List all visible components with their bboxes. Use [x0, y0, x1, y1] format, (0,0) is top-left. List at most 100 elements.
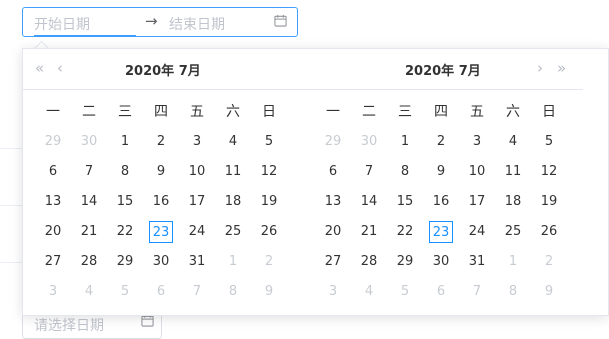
- calendar-day[interactable]: 20: [321, 221, 345, 243]
- calendar-day[interactable]: 3: [41, 281, 65, 303]
- calendar-day[interactable]: 16: [429, 191, 453, 213]
- calendar-day[interactable]: 28: [357, 251, 381, 273]
- calendar-day[interactable]: 22: [113, 221, 137, 243]
- calendar-day[interactable]: 8: [113, 161, 137, 183]
- calendar-day[interactable]: 6: [429, 281, 453, 303]
- calendar-day[interactable]: 15: [113, 191, 137, 213]
- calendar-day[interactable]: 22: [393, 221, 417, 243]
- calendar-day[interactable]: 3: [185, 131, 209, 153]
- calendar-day[interactable]: 1: [221, 251, 245, 273]
- calendar-day[interactable]: 19: [257, 191, 281, 213]
- calendar-day[interactable]: 3: [465, 131, 489, 153]
- calendar-day[interactable]: 21: [357, 221, 381, 243]
- calendar-day[interactable]: 11: [501, 161, 525, 183]
- calendar-day[interactable]: 3: [321, 281, 345, 303]
- calendar-day[interactable]: 6: [149, 281, 173, 303]
- calendar-day[interactable]: 30: [77, 131, 101, 153]
- calendar-day[interactable]: 5: [113, 281, 137, 303]
- calendar-day[interactable]: 12: [257, 161, 281, 183]
- weekday-label: 三: [118, 104, 132, 120]
- calendar-day[interactable]: 8: [221, 281, 245, 303]
- calendar-header: 2020年 7月 › »: [303, 49, 583, 90]
- double-chevron-right-icon[interactable]: »: [557, 60, 566, 76]
- calendar-day[interactable]: 31: [465, 251, 489, 273]
- calendar-day[interactable]: 2: [537, 251, 561, 273]
- calendar-day[interactable]: 4: [357, 281, 381, 303]
- calendar-day[interactable]: 9: [429, 161, 453, 183]
- weekday-label: 二: [362, 104, 376, 120]
- calendar-day[interactable]: 16: [149, 191, 173, 213]
- calendar-day-today[interactable]: 23: [429, 221, 453, 243]
- calendar-day[interactable]: 17: [465, 191, 489, 213]
- weekday-label: 六: [226, 104, 240, 120]
- calendar-day[interactable]: 6: [41, 161, 65, 183]
- calendar-day[interactable]: 1: [501, 251, 525, 273]
- calendar-day[interactable]: 18: [221, 191, 245, 213]
- calendar-day[interactable]: 10: [465, 161, 489, 183]
- calendar-day[interactable]: 5: [393, 281, 417, 303]
- chevron-right-icon[interactable]: ›: [537, 60, 543, 76]
- calendar-day[interactable]: 9: [257, 281, 281, 303]
- start-input-active-underline: [34, 35, 136, 37]
- calendar-day[interactable]: 7: [357, 161, 381, 183]
- calendar-day[interactable]: 30: [357, 131, 381, 153]
- calendar-day[interactable]: 9: [149, 161, 173, 183]
- calendar-day[interactable]: 8: [501, 281, 525, 303]
- calendar-day[interactable]: 29: [41, 131, 65, 153]
- calendar-day[interactable]: 4: [221, 131, 245, 153]
- weekday-label: 日: [262, 104, 276, 120]
- calendar-day[interactable]: 5: [537, 131, 561, 153]
- calendar-day[interactable]: 8: [393, 161, 417, 183]
- calendar-day[interactable]: 24: [185, 221, 209, 243]
- calendar-day-today[interactable]: 23: [149, 221, 173, 243]
- calendar-day[interactable]: 7: [77, 161, 101, 183]
- calendar-day[interactable]: 7: [465, 281, 489, 303]
- calendar-day[interactable]: 30: [429, 251, 453, 273]
- calendar-day[interactable]: 29: [113, 251, 137, 273]
- calendar-day[interactable]: 4: [501, 131, 525, 153]
- calendar-day[interactable]: 28: [77, 251, 101, 273]
- calendar-day[interactable]: 7: [185, 281, 209, 303]
- start-date-input[interactable]: 开始日期: [34, 14, 90, 34]
- calendar-day[interactable]: 15: [393, 191, 417, 213]
- double-chevron-left-icon[interactable]: «: [35, 60, 44, 76]
- calendar-day[interactable]: 2: [257, 251, 281, 273]
- end-date-input[interactable]: 结束日期: [169, 14, 225, 34]
- calendar-day[interactable]: 27: [41, 251, 65, 273]
- calendar-day[interactable]: 26: [257, 221, 281, 243]
- calendar-day[interactable]: 18: [501, 191, 525, 213]
- calendar-day[interactable]: 31: [185, 251, 209, 273]
- calendar-day[interactable]: 5: [257, 131, 281, 153]
- calendar-day[interactable]: 9: [537, 281, 561, 303]
- calendar-day[interactable]: 30: [149, 251, 173, 273]
- calendar-icon[interactable]: [274, 14, 287, 27]
- calendar-day[interactable]: 26: [537, 221, 561, 243]
- calendar-day[interactable]: 12: [537, 161, 561, 183]
- calendar-day[interactable]: 1: [393, 131, 417, 153]
- calendar-day[interactable]: 17: [185, 191, 209, 213]
- chevron-left-icon[interactable]: ‹: [57, 60, 63, 76]
- calendar-day[interactable]: 14: [357, 191, 381, 213]
- calendar-day[interactable]: 2: [429, 131, 453, 153]
- calendar-day[interactable]: 29: [321, 131, 345, 153]
- weekday-label: 一: [326, 104, 340, 120]
- calendar-day[interactable]: 29: [393, 251, 417, 273]
- date-range-input[interactable]: 开始日期 → 结束日期: [22, 7, 298, 37]
- calendar-day[interactable]: 25: [501, 221, 525, 243]
- calendar-day[interactable]: 19: [537, 191, 561, 213]
- calendar-day[interactable]: 1: [113, 131, 137, 153]
- calendar-day[interactable]: 27: [321, 251, 345, 273]
- calendar-day[interactable]: 25: [221, 221, 245, 243]
- calendar-day[interactable]: 10: [185, 161, 209, 183]
- calendar-day[interactable]: 13: [41, 191, 65, 213]
- calendar-day[interactable]: 20: [41, 221, 65, 243]
- calendar-day[interactable]: 13: [321, 191, 345, 213]
- calendar-day[interactable]: 21: [77, 221, 101, 243]
- calendar-day[interactable]: 2: [149, 131, 173, 153]
- calendar-day[interactable]: 14: [77, 191, 101, 213]
- arrow-right-icon: →: [145, 12, 158, 30]
- calendar-day[interactable]: 4: [77, 281, 101, 303]
- calendar-day[interactable]: 6: [321, 161, 345, 183]
- calendar-day[interactable]: 24: [465, 221, 489, 243]
- calendar-day[interactable]: 11: [221, 161, 245, 183]
